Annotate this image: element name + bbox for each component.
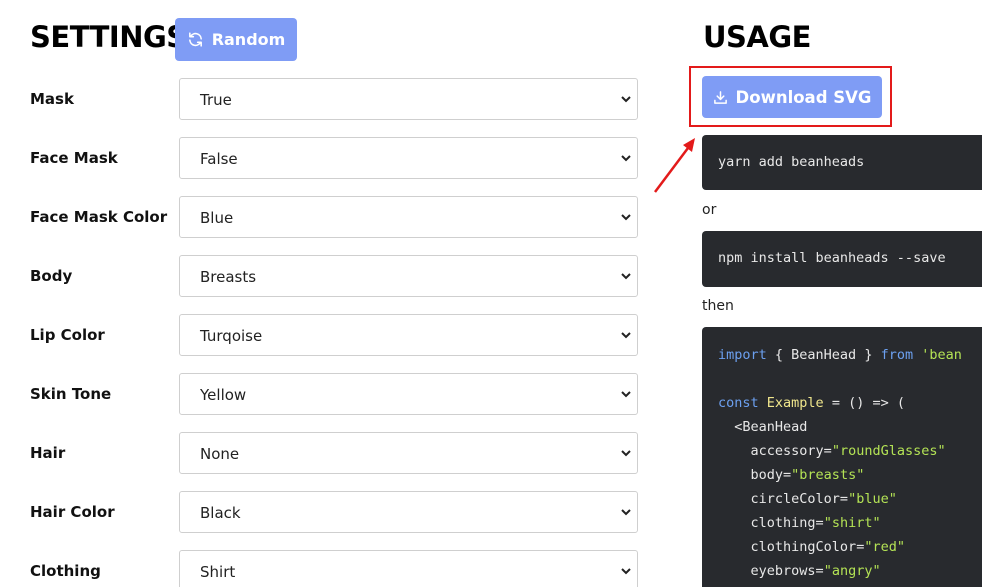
- select-value: Yellow: [200, 386, 247, 404]
- body-select[interactable]: Breasts: [179, 255, 638, 297]
- hair-color-select[interactable]: Black: [179, 491, 638, 533]
- code-identifier: Example: [766, 395, 824, 411]
- red-arrow-annotation: [654, 138, 695, 193]
- select-value: Shirt: [200, 563, 236, 581]
- code-string: "red": [864, 539, 905, 555]
- settings-title: SETTINGS: [30, 20, 187, 54]
- code-keyword: import: [718, 347, 767, 363]
- code-string: 'bean: [921, 347, 962, 363]
- code-keyword: const: [718, 395, 759, 411]
- download-button-label: Download SVG: [735, 87, 872, 107]
- code-prop: eyebrows: [750, 563, 816, 579]
- random-button-label: Random: [211, 30, 286, 49]
- chevron-down-icon: [621, 450, 631, 457]
- setting-label: Skin Tone: [30, 385, 112, 403]
- code-string: "shirt": [823, 515, 881, 531]
- clothing-select[interactable]: Shirt: [179, 550, 638, 587]
- setting-row-mask: Mask True: [30, 78, 638, 120]
- usage-title: USAGE: [703, 20, 812, 54]
- setting-label: Hair Color: [30, 503, 115, 521]
- setting-label: Clothing: [30, 562, 101, 580]
- or-text: or: [702, 202, 717, 218]
- setting-row-hair-color: Hair Color Black: [30, 491, 638, 533]
- then-text: then: [702, 298, 734, 314]
- lip-color-select[interactable]: Turqoise: [179, 314, 638, 356]
- chevron-down-icon: [621, 155, 631, 162]
- setting-row-skin-tone: Skin Tone Yellow: [30, 373, 638, 415]
- code-block-npm: npm install beanheads --save: [702, 231, 982, 287]
- code-line: <BeanHead: [718, 419, 808, 435]
- code-line: clothingColor="red": [750, 539, 905, 555]
- chevron-down-icon: [621, 391, 631, 398]
- code-block-example: import { BeanHead } from 'bean const Exa…: [702, 327, 982, 587]
- code-block-yarn: yarn add beanheads: [702, 135, 982, 190]
- code-string: "roundGlasses": [831, 443, 946, 459]
- chevron-down-icon: [621, 96, 631, 103]
- setting-row-hair: Hair None: [30, 432, 638, 474]
- select-value: None: [200, 445, 240, 463]
- select-value: Breasts: [200, 268, 257, 286]
- chevron-down-icon: [621, 568, 631, 575]
- setting-label: Face Mask: [30, 149, 118, 167]
- refresh-icon: [188, 32, 202, 47]
- skin-tone-select[interactable]: Yellow: [179, 373, 638, 415]
- code-text: { BeanHead }: [766, 347, 881, 363]
- code-line: body="breasts": [750, 467, 865, 483]
- code-text: = () => (: [823, 395, 905, 411]
- code-line: eyebrows="angry": [750, 563, 881, 579]
- code-line: circleColor="blue": [750, 491, 897, 507]
- code-string: "blue": [848, 491, 897, 507]
- code-line: yarn add beanheads: [718, 154, 865, 170]
- code-prop: accessory: [750, 443, 824, 459]
- download-icon: [713, 90, 727, 104]
- code-line: clothing="shirt": [750, 515, 881, 531]
- code-line: accessory="roundGlasses": [750, 443, 946, 459]
- chevron-down-icon: [621, 273, 631, 280]
- code-prop: circleColor: [750, 491, 840, 507]
- code-line: const Example = () => (: [718, 391, 905, 415]
- code-line: npm install beanheads --save: [718, 250, 946, 266]
- select-value: False: [200, 150, 238, 168]
- select-value: True: [200, 91, 232, 109]
- face-mask-select[interactable]: False: [179, 137, 638, 179]
- code-keyword: from: [880, 347, 914, 363]
- setting-row-face-mask-color: Face Mask Color Blue: [30, 196, 638, 238]
- code-prop: clothing: [750, 515, 816, 531]
- code-string: "breasts": [791, 467, 865, 483]
- select-value: Turqoise: [200, 327, 263, 345]
- hair-select[interactable]: None: [179, 432, 638, 474]
- download-svg-button[interactable]: Download SVG: [702, 76, 882, 118]
- code-prop: body: [750, 467, 784, 483]
- setting-row-body: Body Breasts: [30, 255, 638, 297]
- code-prop: clothingColor: [750, 539, 857, 555]
- setting-row-face-mask: Face Mask False: [30, 137, 638, 179]
- chevron-down-icon: [621, 332, 631, 339]
- setting-label: Body: [30, 267, 73, 285]
- code-line: import { BeanHead } from 'bean: [718, 343, 962, 367]
- setting-row-lip-color: Lip Color Turqoise: [30, 314, 638, 356]
- select-value: Black: [200, 504, 241, 522]
- code-string: "angry": [823, 563, 881, 579]
- setting-row-clothing: Clothing Shirt: [30, 550, 638, 587]
- select-value: Blue: [200, 209, 234, 227]
- setting-label: Lip Color: [30, 326, 105, 344]
- random-button[interactable]: Random: [175, 18, 297, 61]
- chevron-down-icon: [621, 509, 631, 516]
- mask-select[interactable]: True: [179, 78, 638, 120]
- chevron-down-icon: [621, 214, 631, 221]
- face-mask-color-select[interactable]: Blue: [179, 196, 638, 238]
- setting-label: Mask: [30, 90, 74, 108]
- setting-label: Face Mask Color: [30, 208, 168, 226]
- setting-label: Hair: [30, 444, 66, 462]
